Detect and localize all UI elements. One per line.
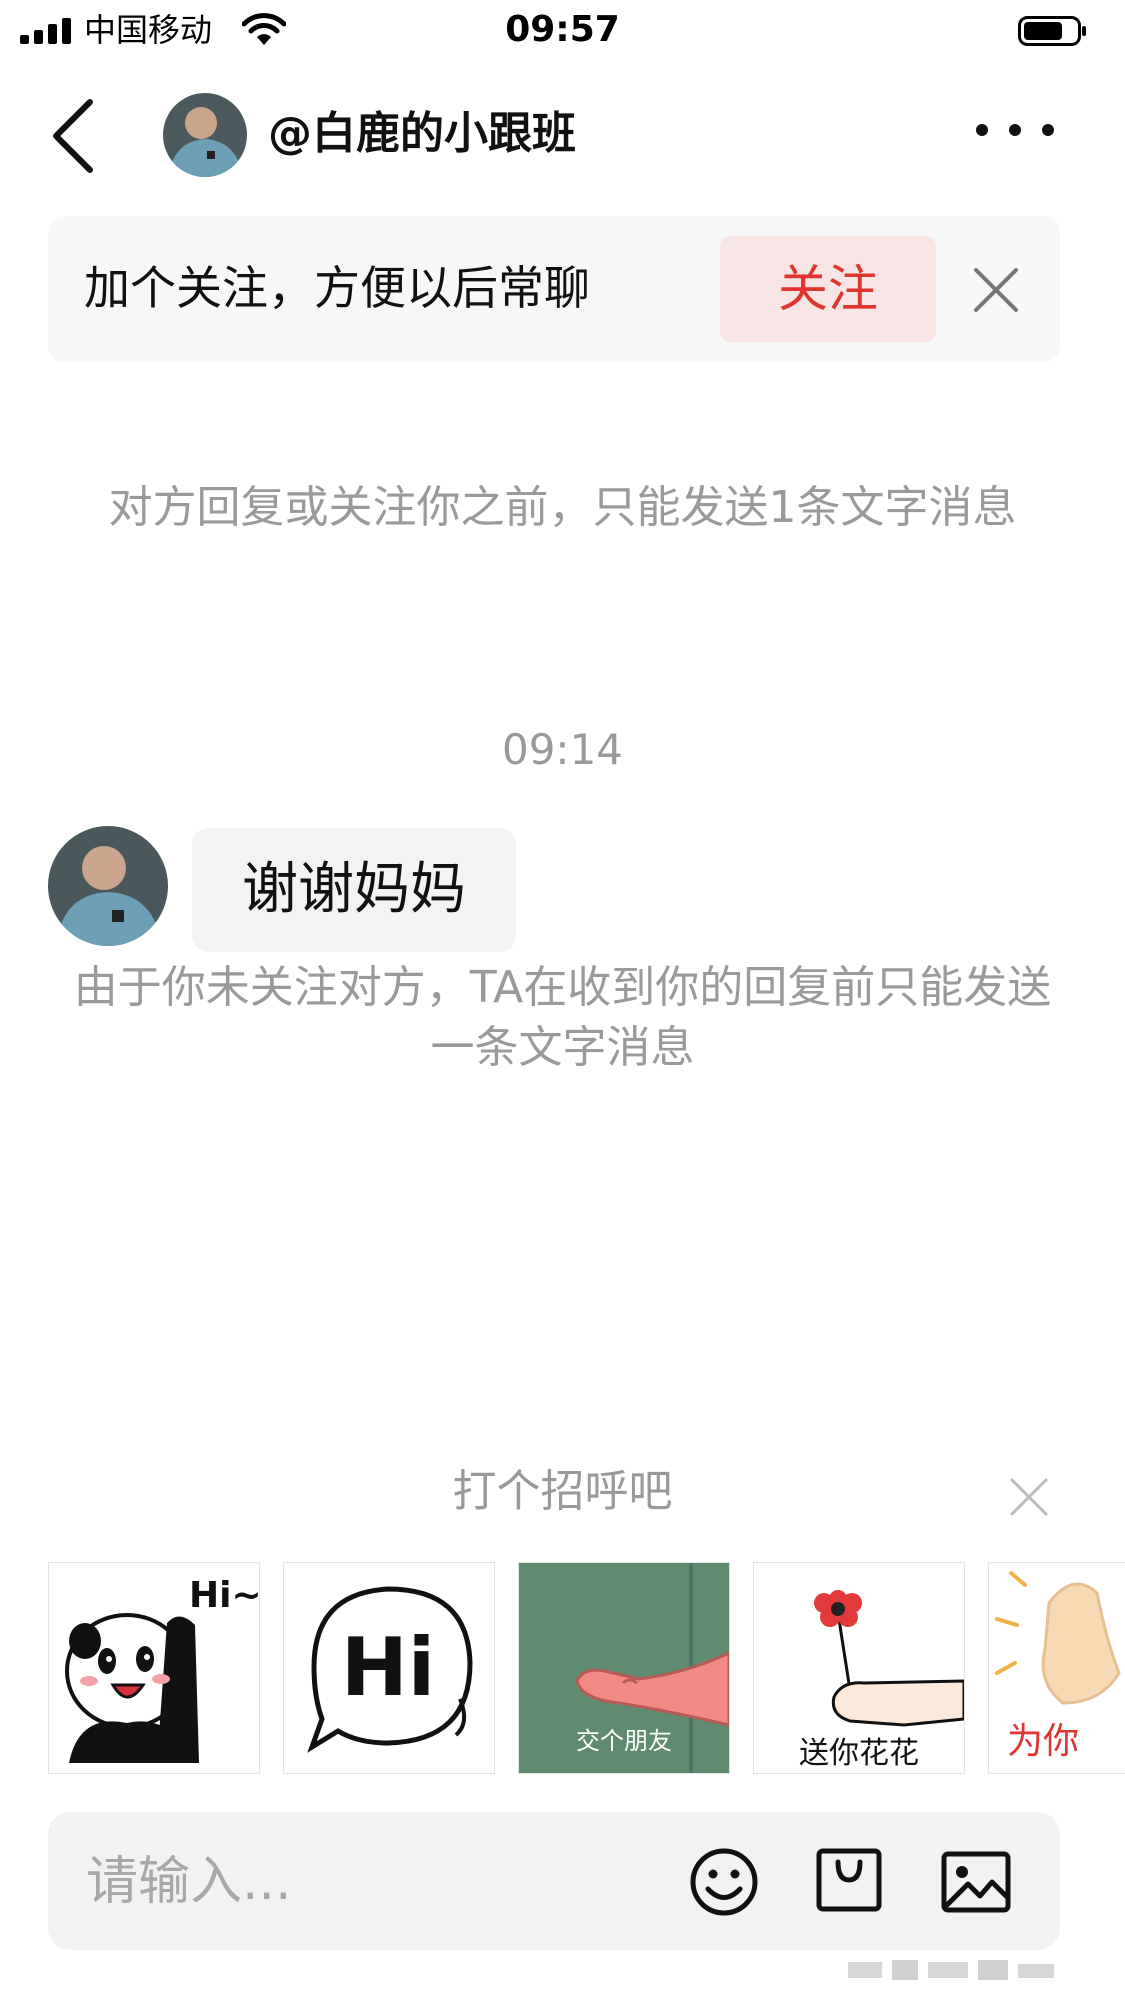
- message-input[interactable]: 请输入...: [86, 1850, 292, 1914]
- status-bar: 中国移动 09:57: [0, 0, 1125, 64]
- follow-banner: 加个关注，方便以后常聊 关注: [48, 216, 1060, 362]
- battery-icon: [1018, 16, 1086, 46]
- sticker-caption: 送你花花: [799, 1736, 919, 1771]
- system-notice: 对方回复或关注你之前，只能发送1条文字消息: [108, 482, 1017, 533]
- message-timestamp: 09:14: [501, 725, 624, 774]
- follow-button[interactable]: 关注: [720, 236, 936, 342]
- back-arrow-icon[interactable]: [46, 96, 102, 176]
- contact-avatar[interactable]: [163, 93, 247, 177]
- sticker-row: Hi~ Hi 交个朋友 送你花花 为你: [48, 1562, 1125, 1774]
- sticker-give-flower[interactable]: 送你花花: [753, 1562, 965, 1774]
- chat-title: @白鹿的小跟班: [268, 108, 576, 159]
- more-options-icon[interactable]: [970, 118, 1060, 142]
- close-icon[interactable]: [968, 262, 1024, 318]
- sticker-make-friends[interactable]: 交个朋友: [518, 1562, 730, 1774]
- follow-prompt-text: 加个关注，方便以后常聊: [84, 261, 590, 315]
- sticker-caption: 交个朋友: [576, 1727, 672, 1755]
- sticker-caption: 为你: [1007, 1721, 1079, 1762]
- watermark-graphic: [848, 1960, 1054, 1980]
- message-input-bar: 请输入...: [48, 1812, 1060, 1950]
- emoji-icon[interactable]: [688, 1846, 760, 1918]
- sticker-caption: Hi: [341, 1621, 435, 1714]
- image-icon[interactable]: [940, 1850, 1012, 1914]
- sticker-hi-bubble[interactable]: Hi: [283, 1562, 495, 1774]
- close-icon[interactable]: [1006, 1474, 1052, 1520]
- message-bubble[interactable]: 谢谢妈妈: [192, 828, 516, 952]
- status-time: 09:57: [505, 9, 620, 50]
- system-notice: 由于你未关注对方，TA在收到你的回复前只能发送一条文字消息: [73, 962, 1052, 1073]
- sender-avatar[interactable]: [48, 826, 168, 946]
- sticker-panda-hi[interactable]: Hi~: [48, 1562, 260, 1774]
- greeting-title: 打个招呼吧: [452, 1466, 673, 1517]
- shopping-bag-icon[interactable]: [814, 1846, 884, 1914]
- sticker-for-you[interactable]: 为你: [988, 1562, 1125, 1774]
- sticker-caption: Hi~: [189, 1575, 259, 1616]
